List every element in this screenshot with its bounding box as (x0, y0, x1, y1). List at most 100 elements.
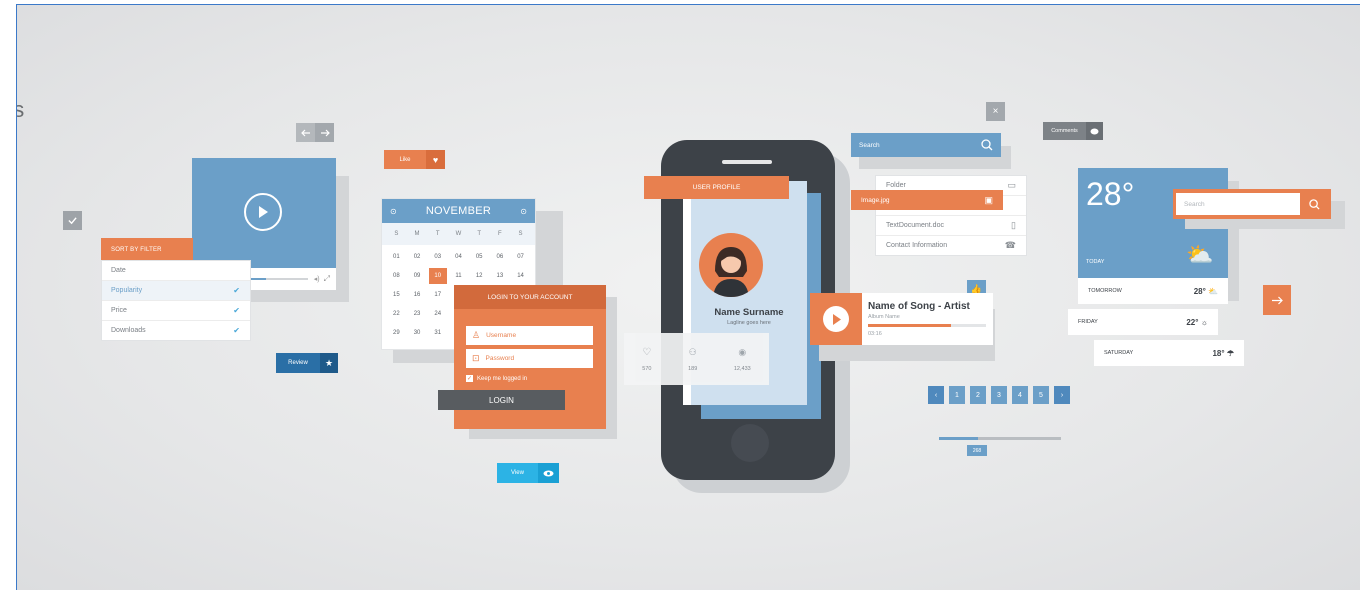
calendar-day[interactable]: 31 (429, 325, 447, 341)
close-button[interactable]: × (986, 102, 1005, 121)
user-icon: ♙ (472, 330, 481, 340)
calendar-day[interactable]: 30 (408, 325, 426, 341)
calendar-day[interactable]: 13 (491, 268, 509, 284)
filter-item-downloads[interactable]: Downloads ✔ (102, 321, 250, 340)
page-button[interactable]: 3 (991, 386, 1007, 404)
phone-home-button[interactable] (731, 424, 769, 462)
search-icon[interactable] (981, 139, 993, 151)
calendar-day[interactable]: 04 (449, 249, 467, 265)
view-label: View (497, 463, 538, 483)
page-button[interactable]: 2 (970, 386, 986, 404)
password-field[interactable]: ⊡ Password (466, 349, 593, 368)
file-label: Image.jpg (861, 196, 890, 204)
page-button[interactable]: 4 (1012, 386, 1028, 404)
weekday-label: T (435, 231, 440, 237)
music-play-button[interactable] (823, 306, 849, 332)
like-button[interactable]: Like ♥ (384, 150, 445, 169)
stat-likes[interactable]: ♡ 570 (642, 347, 651, 372)
calendar-day[interactable]: 24 (429, 306, 447, 322)
file-item-contact[interactable]: Contact Information ☎ (876, 236, 1026, 255)
remember-row[interactable]: ✓ Keep me logged in (466, 375, 527, 382)
calendar-day[interactable]: 22 (387, 306, 405, 322)
file-item-image[interactable]: Image.jpg ▣ (851, 190, 1003, 210)
calendar-day[interactable]: 01 (387, 249, 405, 265)
calendar-day[interactable]: 29 (387, 325, 405, 341)
calendar-day[interactable]: 09 (408, 268, 426, 284)
calendar-day-selected[interactable]: 10 (428, 267, 447, 284)
comment-icon (1086, 122, 1103, 140)
arrow-buttons (296, 123, 334, 142)
calendar-day[interactable]: 05 (470, 249, 488, 265)
next-arrow-button[interactable] (1263, 285, 1291, 315)
arrow-right-button[interactable] (315, 123, 334, 142)
slider-track[interactable] (939, 437, 1061, 440)
calendar-day[interactable]: 11 (449, 268, 467, 284)
username-placeholder: Username (486, 332, 517, 339)
avatar-icon (713, 247, 749, 297)
fullscreen-icon[interactable]: ⤢ (324, 274, 330, 284)
arrow-left-button[interactable] (296, 123, 315, 142)
calendar-day[interactable]: 14 (512, 268, 530, 284)
volume-icon[interactable]: ◂) (314, 275, 320, 283)
stat-followers[interactable]: ⚇ 189 (688, 347, 697, 372)
username-field[interactable]: ♙ Username (466, 326, 593, 345)
forecast-day: SATURDAY (1104, 350, 1134, 356)
view-button[interactable]: View (497, 463, 559, 483)
play-button[interactable] (244, 193, 282, 231)
login-button[interactable]: LOGIN (438, 390, 565, 410)
calendar-day[interactable]: 15 (387, 287, 405, 303)
heart-outline-icon: ♡ (642, 346, 652, 358)
cloud-sun-icon: ⛅ (1186, 242, 1214, 267)
checkbox[interactable] (63, 211, 82, 230)
search-icon (1308, 198, 1320, 210)
weekday-label: M (414, 231, 420, 237)
weather-search-input[interactable]: Search (1176, 193, 1300, 215)
eye-outline-icon: ◉ (738, 346, 747, 357)
song-title: Name of Song - Artist (868, 301, 970, 312)
calendar-prev-icon[interactable]: ⊙ (390, 207, 397, 216)
calendar-day[interactable]: 17 (429, 287, 447, 303)
stat-views[interactable]: ◉ 12,433 (734, 347, 751, 372)
filter-item-label: Price (111, 307, 127, 314)
weekday-label: S (518, 231, 523, 237)
calendar-day[interactable]: 03 (429, 249, 447, 265)
filter-item-popularity[interactable]: Popularity ✔ (102, 281, 250, 301)
review-label: Review (276, 353, 320, 373)
search-bar[interactable]: Search (851, 133, 1001, 157)
sort-filter-list: Date Popularity ✔ Price ✔ Downloads ✔ (101, 260, 251, 341)
calendar-day[interactable]: 16 (408, 287, 426, 303)
forecast-temp: 18° (1212, 348, 1225, 358)
profile-header: USER PROFILE (644, 176, 789, 199)
page-button[interactable]: 1 (949, 386, 965, 404)
arrow-left-icon (300, 129, 310, 136)
arrow-right-icon (1272, 296, 1283, 304)
file-item-doc[interactable]: TextDocument.doc ▯ (876, 216, 1026, 236)
play-icon (832, 313, 841, 325)
calendar-day[interactable]: 12 (470, 268, 488, 284)
calendar-day[interactable]: 08 (387, 268, 405, 284)
video-preview[interactable] (192, 158, 336, 268)
edge-text: es (17, 97, 24, 123)
prev-page-icon[interactable]: ‹ (928, 386, 944, 404)
next-page-icon[interactable]: › (1054, 386, 1070, 404)
calendar-header: ⊙ NOVEMBER ⊙ (382, 199, 535, 223)
weekday-label: S (394, 231, 399, 237)
song-progress[interactable] (868, 324, 986, 327)
password-placeholder: Password (485, 355, 515, 362)
filter-item-date[interactable]: Date (102, 261, 250, 281)
calendar-next-icon[interactable]: ⊙ (520, 207, 527, 216)
page-button[interactable]: 5 (1033, 386, 1049, 404)
calendar-day[interactable]: 07 (512, 249, 530, 265)
calendar-day[interactable]: 06 (491, 249, 509, 265)
comments-button[interactable]: Comments (1043, 122, 1103, 140)
remember-checkbox[interactable]: ✓ (466, 375, 473, 382)
filter-item-price[interactable]: Price ✔ (102, 301, 250, 321)
weather-search[interactable]: Search (1173, 189, 1331, 219)
weather-search-button[interactable] (1300, 193, 1328, 215)
image-icon: ▣ (984, 194, 993, 205)
review-button[interactable]: Review ★ (276, 353, 338, 373)
umbrella-icon: ☂ (1226, 348, 1234, 358)
calendar-day[interactable]: 23 (408, 306, 426, 322)
filter-item-label: Date (111, 267, 126, 274)
calendar-day[interactable]: 02 (408, 249, 426, 265)
